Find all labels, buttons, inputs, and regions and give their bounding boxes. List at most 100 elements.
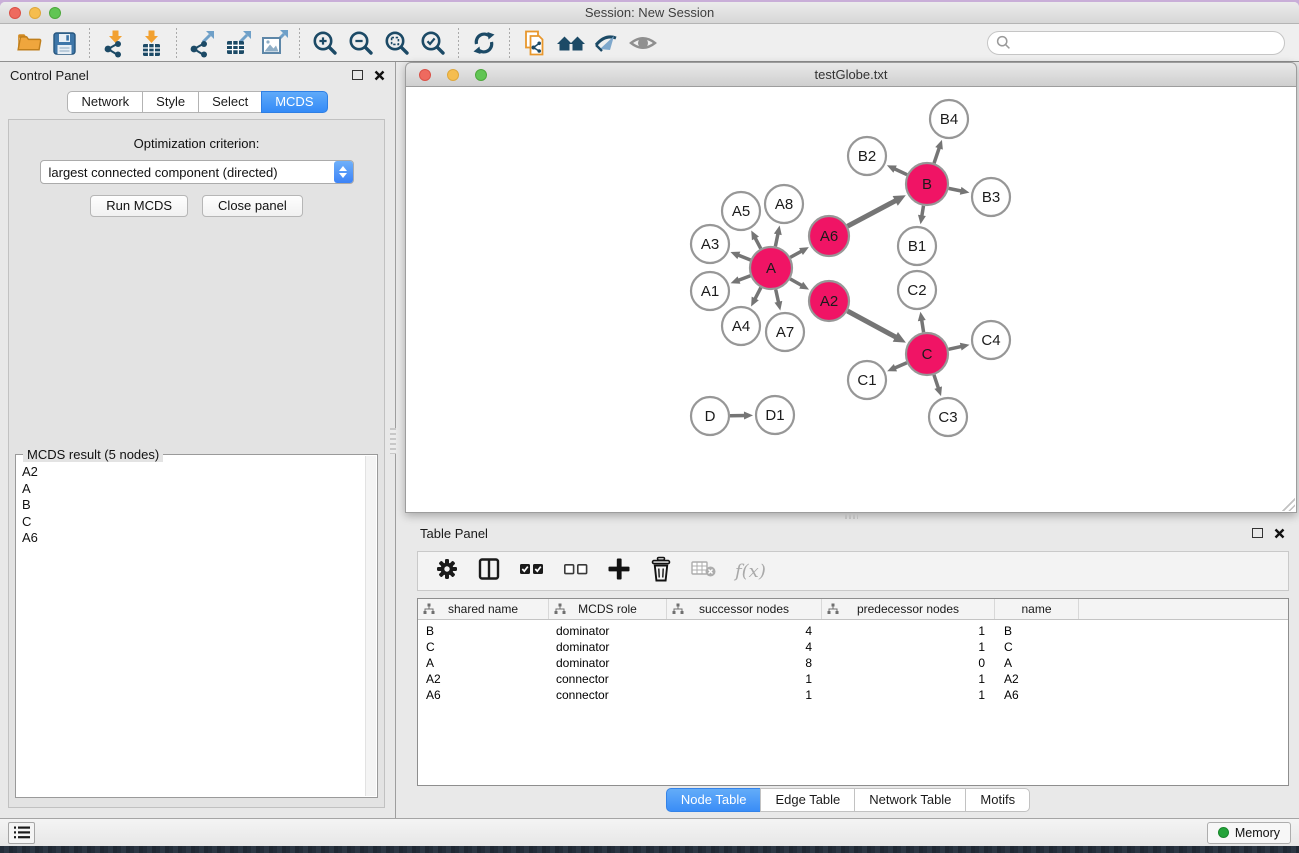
edge-A2-C[interactable] bbox=[847, 311, 897, 338]
table-row[interactable]: A2connector11A2 bbox=[418, 671, 1288, 687]
edge-A-A4[interactable] bbox=[754, 288, 761, 301]
result-scrollbar[interactable] bbox=[365, 456, 376, 796]
memory-button[interactable]: Memory bbox=[1207, 822, 1291, 844]
zoom-in-icon[interactable] bbox=[307, 27, 343, 59]
column-header-shared-name[interactable]: shared name bbox=[418, 599, 549, 619]
table-cell[interactable]: C bbox=[418, 639, 549, 655]
table-cell[interactable]: A bbox=[995, 655, 1079, 671]
table-cell[interactable]: connector bbox=[549, 671, 667, 687]
table-cell[interactable]: A2 bbox=[995, 671, 1079, 687]
task-history-button[interactable] bbox=[8, 822, 35, 844]
table-cell[interactable]: C bbox=[995, 639, 1079, 655]
table-cell[interactable]: B bbox=[418, 623, 549, 639]
optimization-criterion-select[interactable]: largest connected component (directed) bbox=[40, 160, 354, 184]
edge-B-B3[interactable] bbox=[949, 188, 963, 191]
graphics-details-icon[interactable] bbox=[589, 27, 625, 59]
open-session-icon[interactable] bbox=[10, 27, 46, 59]
close-panel-button[interactable]: Close panel bbox=[202, 195, 303, 217]
deselect-all-columns-icon[interactable] bbox=[563, 561, 589, 582]
float-panel-icon[interactable] bbox=[352, 70, 363, 80]
table-cell[interactable]: 0 bbox=[822, 655, 995, 671]
column-header-successor-nodes[interactable]: successor nodes bbox=[667, 599, 822, 619]
table-cell[interactable]: 4 bbox=[667, 623, 822, 639]
table-cell[interactable]: A6 bbox=[995, 687, 1079, 703]
network-canvas[interactable]: ABCA6A2A1A3A4A5A7A8B1B2B3B4C1C2C3C4DD1 bbox=[405, 87, 1297, 513]
horizontal-splitter-handle[interactable] bbox=[845, 514, 858, 519]
save-session-icon[interactable] bbox=[46, 27, 82, 59]
edge-A-A5[interactable] bbox=[755, 237, 761, 249]
result-item[interactable]: A2 bbox=[17, 464, 364, 481]
edge-B-B4[interactable] bbox=[934, 146, 940, 163]
close-window-button[interactable] bbox=[9, 7, 21, 19]
export-table-icon[interactable] bbox=[220, 27, 256, 59]
tab-node-table[interactable]: Node Table bbox=[666, 788, 762, 812]
tab-select[interactable]: Select bbox=[198, 91, 262, 113]
search-field[interactable] bbox=[987, 31, 1285, 55]
table-row[interactable]: Adominator80A bbox=[418, 655, 1288, 671]
column-header-mcds-role[interactable]: MCDS role bbox=[549, 599, 667, 619]
close-table-panel-icon[interactable] bbox=[1273, 527, 1285, 539]
create-column-plus-icon[interactable] bbox=[607, 557, 631, 586]
float-table-panel-icon[interactable] bbox=[1252, 528, 1263, 538]
column-header-predecessor-nodes[interactable]: predecessor nodes bbox=[822, 599, 995, 619]
table-cell[interactable]: A6 bbox=[418, 687, 549, 703]
result-item[interactable]: C bbox=[17, 514, 364, 531]
delete-column-trash-icon[interactable] bbox=[649, 556, 673, 587]
result-item[interactable]: A bbox=[17, 481, 364, 498]
table-cell[interactable]: dominator bbox=[549, 639, 667, 655]
network-minimize-button[interactable] bbox=[447, 69, 459, 81]
tab-motifs[interactable]: Motifs bbox=[965, 788, 1030, 812]
search-input[interactable] bbox=[1011, 35, 1284, 50]
edge-C-C1[interactable] bbox=[894, 363, 907, 369]
network-zoom-button[interactable] bbox=[475, 69, 487, 81]
edge-A6-B[interactable] bbox=[848, 200, 897, 226]
edge-A-A2[interactable] bbox=[790, 279, 803, 286]
result-item[interactable]: B bbox=[17, 497, 364, 514]
tab-edge-table[interactable]: Edge Table bbox=[760, 788, 855, 812]
toggle-column-view-icon[interactable] bbox=[477, 557, 501, 586]
table-row[interactable]: Cdominator41C bbox=[418, 639, 1288, 655]
tab-mcds[interactable]: MCDS bbox=[261, 91, 327, 113]
zoom-out-icon[interactable] bbox=[343, 27, 379, 59]
table-cell[interactable]: 1 bbox=[667, 671, 822, 687]
edge-A-A3[interactable] bbox=[737, 255, 751, 260]
home-views-icon[interactable] bbox=[553, 27, 589, 59]
edge-C-C2[interactable] bbox=[921, 319, 923, 333]
export-network-icon[interactable] bbox=[184, 27, 220, 59]
result-item[interactable]: A6 bbox=[17, 530, 364, 547]
refresh-layout-icon[interactable] bbox=[466, 27, 502, 59]
network-close-button[interactable] bbox=[419, 69, 431, 81]
clone-network-icon[interactable] bbox=[517, 27, 553, 59]
minimize-window-button[interactable] bbox=[29, 7, 41, 19]
table-cell[interactable]: 8 bbox=[667, 655, 822, 671]
show-hide-details-eye-icon[interactable] bbox=[625, 27, 661, 59]
vertical-splitter-handle[interactable] bbox=[390, 428, 396, 454]
tab-network-table[interactable]: Network Table bbox=[854, 788, 966, 812]
table-cell[interactable]: B bbox=[995, 623, 1079, 639]
tab-network[interactable]: Network bbox=[67, 91, 143, 113]
table-cell[interactable]: A2 bbox=[418, 671, 549, 687]
column-header-name[interactable]: name bbox=[995, 599, 1079, 619]
table-cell[interactable]: 1 bbox=[822, 671, 995, 687]
table-cell[interactable]: 4 bbox=[667, 639, 822, 655]
table-cell[interactable]: A bbox=[418, 655, 549, 671]
table-cell[interactable]: 1 bbox=[822, 687, 995, 703]
table-cell[interactable]: 1 bbox=[822, 623, 995, 639]
table-cell[interactable]: 1 bbox=[667, 687, 822, 703]
table-settings-gear-icon[interactable] bbox=[435, 557, 459, 586]
close-panel-icon[interactable] bbox=[373, 69, 385, 81]
table-cell[interactable]: 1 bbox=[822, 639, 995, 655]
edge-A-A7[interactable] bbox=[776, 289, 779, 303]
import-table-icon[interactable] bbox=[133, 27, 169, 59]
zoom-selected-icon[interactable] bbox=[415, 27, 451, 59]
table-row[interactable]: Bdominator41B bbox=[418, 623, 1288, 639]
edge-B-B2[interactable] bbox=[893, 168, 907, 174]
table-cell[interactable]: dominator bbox=[549, 655, 667, 671]
export-image-icon[interactable] bbox=[256, 27, 292, 59]
edge-A-A8[interactable] bbox=[775, 232, 778, 246]
table-cell[interactable]: connector bbox=[549, 687, 667, 703]
run-mcds-button[interactable]: Run MCDS bbox=[90, 195, 188, 217]
edge-C-C4[interactable] bbox=[948, 346, 962, 349]
table-row[interactable]: A6connector11A6 bbox=[418, 687, 1288, 703]
edge-C-C3[interactable] bbox=[934, 375, 939, 390]
